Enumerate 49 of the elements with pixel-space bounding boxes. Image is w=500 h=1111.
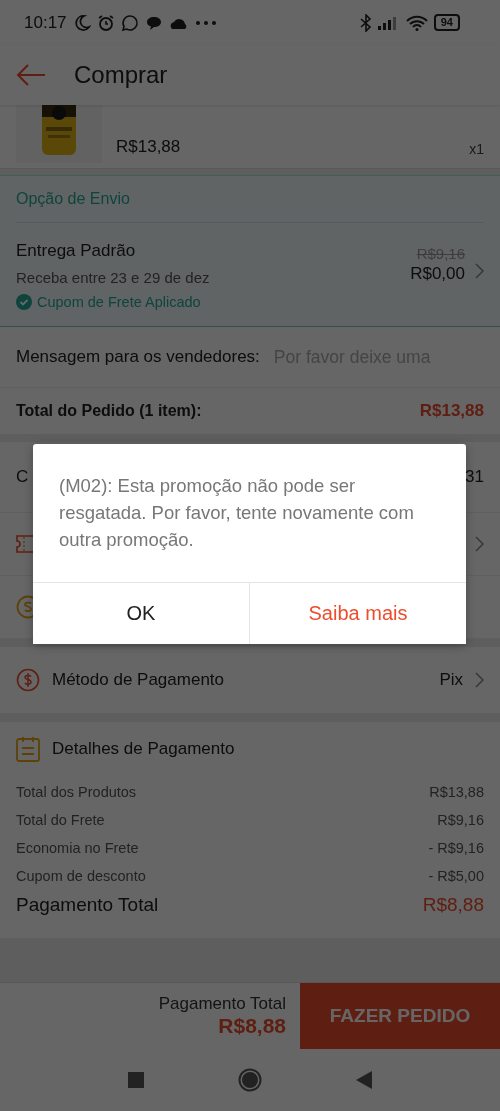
chevron-right-icon — [475, 672, 484, 688]
battery-indicator: 94 — [433, 14, 460, 31]
row-label: C — [16, 467, 29, 487]
detail-label: Cupom de desconto — [16, 868, 146, 884]
payment-method-value[interactable]: Pix — [439, 670, 463, 690]
page-title: Comprar — [74, 61, 168, 89]
chat-icon — [120, 13, 139, 32]
alarm-icon — [96, 13, 115, 32]
detail-value: - R$9,16 — [428, 840, 484, 856]
status-time: 10:17 — [24, 12, 67, 33]
shipping-method: Entrega Padrão — [16, 241, 137, 261]
chevron-right-icon — [475, 262, 484, 279]
moon-icon — [72, 13, 91, 32]
bluetooth-icon — [359, 13, 372, 32]
footer-total-label: Pagamento Total — [158, 994, 286, 1014]
place-order-button[interactable]: FAZER PEDIDO — [300, 983, 500, 1049]
order-total-value: R$13,88 — [419, 401, 484, 421]
footer-total-value: R$8,88 — [218, 1014, 286, 1038]
payment-total-value: R$8,88 — [422, 894, 484, 916]
clipboard-icon — [16, 736, 40, 762]
product-price: R$13,88 — [116, 137, 181, 157]
coupon-applied-label: Cupom de Frete Aplicado — [37, 294, 201, 310]
message-label: Mensagem para os vendedores: — [16, 347, 260, 367]
product-quantity: x1 — [469, 141, 484, 157]
delivery-estimate: Receba entre 23 e 29 de dez — [16, 269, 211, 286]
detail-label: Total do Frete — [16, 812, 105, 828]
section-title: Opção de Envio — [16, 176, 484, 223]
more-icon — [194, 19, 217, 26]
dialog-button[interactable]: Saiba mais — [249, 583, 466, 644]
section-title: Detalhes de Pagamento — [52, 739, 235, 759]
payment-method-label: Método de Pagamento — [52, 670, 224, 690]
chevron-right-icon — [475, 536, 484, 552]
dialog-button[interactable]: OK — [33, 583, 249, 644]
dialog-message: (M02): Esta promoção não pode ser resgatada. Por favor, tente novamente com outra promoção. — [58, 474, 415, 552]
dollar-circle-icon — [16, 668, 40, 692]
back-icon[interactable] — [356, 1071, 372, 1089]
row-value: 31 — [465, 467, 484, 487]
wifi-icon — [405, 14, 428, 31]
detail-label: Total dos Produtos — [16, 784, 137, 800]
order-total-label: Total do Pedido (1 item): — [16, 402, 202, 420]
detail-value: R$9,16 — [437, 812, 484, 828]
detail-label: Economia no Frete — [16, 840, 139, 856]
detail-value: R$13,88 — [429, 784, 484, 800]
detail-value: - R$5,00 — [428, 868, 484, 884]
home-icon[interactable] — [238, 1068, 262, 1092]
shipping-price: R$0,00 — [410, 264, 465, 284]
payment-total-label: Pagamento Total — [16, 894, 159, 916]
back-arrow-icon[interactable] — [16, 64, 46, 86]
check-circle-icon — [16, 294, 32, 310]
